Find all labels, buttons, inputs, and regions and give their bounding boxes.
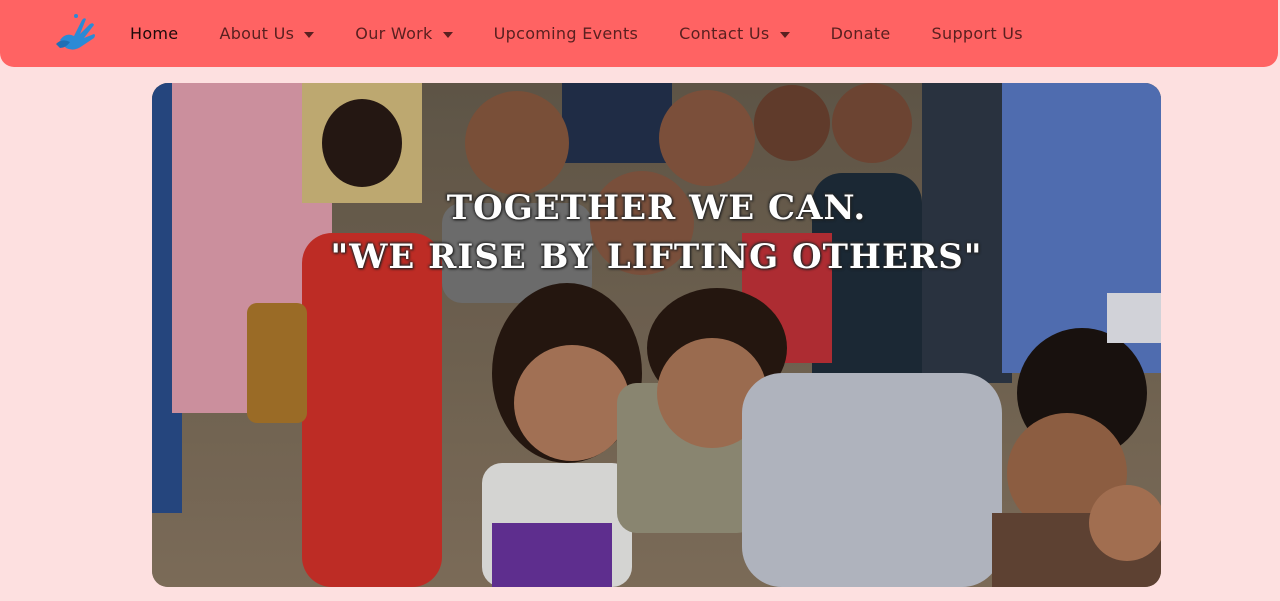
hero-banner: TOGETHER WE CAN. "WE RISE BY LIFTING OTH… (152, 83, 1161, 587)
nav-item-label: Home (130, 24, 179, 43)
hero-headline: TOGETHER WE CAN. (446, 188, 867, 228)
hand-dove-icon[interactable] (52, 10, 98, 56)
nav-item-label: About Us (219, 24, 295, 43)
nav-item-upcoming-events[interactable]: Upcoming Events (494, 24, 639, 43)
nav-item-about-us[interactable]: About Us (219, 24, 315, 43)
caret-down-icon (304, 31, 315, 38)
nav-item-label: Upcoming Events (493, 24, 639, 43)
nav-item-label: Our Work (355, 24, 433, 43)
hero-quote: "WE RISE BY LIFTING OTHERS" (330, 237, 983, 277)
caret-down-icon (779, 31, 790, 38)
nav-item-donate[interactable]: Donate (831, 24, 891, 43)
nav-item-label: Support Us (931, 24, 1023, 43)
nav-item-label: Donate (830, 24, 891, 43)
nav-item-home[interactable]: Home (130, 24, 178, 43)
nav-menu: Home About Us Our Work Upcoming Events Conta… (130, 0, 1064, 67)
nav-item-contact-us[interactable]: Contact Us (679, 24, 790, 43)
nav-item-support-us[interactable]: Support Us (932, 24, 1023, 43)
hero-photo (152, 83, 1161, 587)
caret-down-icon (442, 31, 453, 38)
nav-item-our-work[interactable]: Our Work (355, 24, 453, 43)
top-navbar: Home About Us Our Work Upcoming Events Conta… (0, 0, 1278, 67)
nav-item-label: Contact Us (679, 24, 770, 43)
